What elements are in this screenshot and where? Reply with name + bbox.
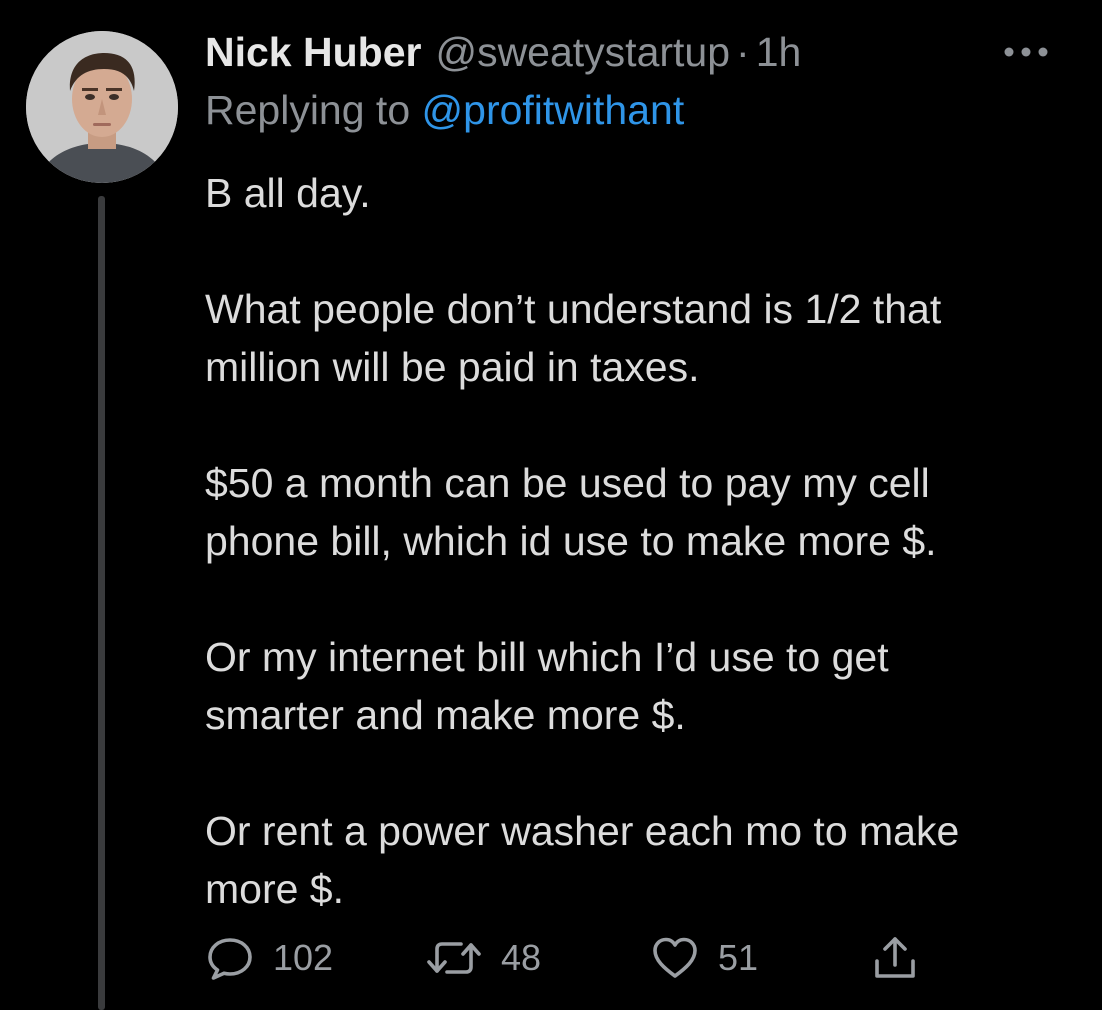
user-handle[interactable]: @sweatystartup <box>435 26 730 78</box>
like-count: 51 <box>718 937 759 978</box>
tweet-body: B all day. What people don’t understand … <box>205 164 1085 918</box>
speech-bubble-icon <box>208 938 252 980</box>
tweet-text-line: Or my internet bill which I’d use to get <box>205 634 889 680</box>
tweet-text-line: $50 a month can be used to pay my cell <box>205 460 930 506</box>
tweet-paragraph: Or my internet bill which I’d use to get… <box>205 628 1085 744</box>
retweet-count: 48 <box>501 937 542 978</box>
tweet-paragraph: B all day. <box>205 164 1085 222</box>
heart-icon <box>653 937 697 978</box>
reply-to-handle-link[interactable]: @profitwithant <box>422 87 685 133</box>
avatar-photo <box>26 31 178 183</box>
replying-to: Replying to @profitwithant <box>205 84 684 136</box>
tweet-text-line: million will be paid in taxes. <box>205 344 700 390</box>
like-button[interactable]: 51 <box>650 930 758 986</box>
separator-dot: · <box>736 29 750 75</box>
more-options-button[interactable] <box>1000 40 1052 64</box>
tweet-text-line: What people don’t understand is 1/2 that <box>205 286 942 332</box>
tweet-paragraph: Or rent a power washer each mo to make m… <box>205 802 1085 918</box>
display-name[interactable]: Nick Huber <box>205 26 421 78</box>
retweet-arrows-icon <box>427 942 481 974</box>
thread-connector-line <box>98 196 105 1010</box>
tweet-paragraph: What people don’t understand is 1/2 that… <box>205 280 1085 396</box>
share-button[interactable] <box>870 930 920 986</box>
tweet-paragraph: $50 a month can be used to pay my cell p… <box>205 454 1085 570</box>
tweet-text-line: Or rent a power washer each mo to make <box>205 808 960 854</box>
replying-to-label: Replying to <box>205 87 411 133</box>
timestamp[interactable]: 1h <box>756 26 802 78</box>
tweet-text-line: smarter and make more $. <box>205 692 686 738</box>
tweet-text-line: more $. <box>205 866 344 912</box>
tweet-text-line: B all day. <box>205 170 371 216</box>
tweet-header: Nick Huber @sweatystartup · 1h <box>205 26 801 78</box>
share-upload-icon <box>875 937 915 978</box>
tweet-text-line: phone bill, which id use to make more $. <box>205 518 937 564</box>
avatar[interactable] <box>26 31 178 183</box>
reply-count: 102 <box>273 937 334 978</box>
retweet-button[interactable]: 48 <box>425 930 541 986</box>
reply-button[interactable]: 102 <box>205 930 333 986</box>
ellipsis-icon <box>1004 47 1048 57</box>
